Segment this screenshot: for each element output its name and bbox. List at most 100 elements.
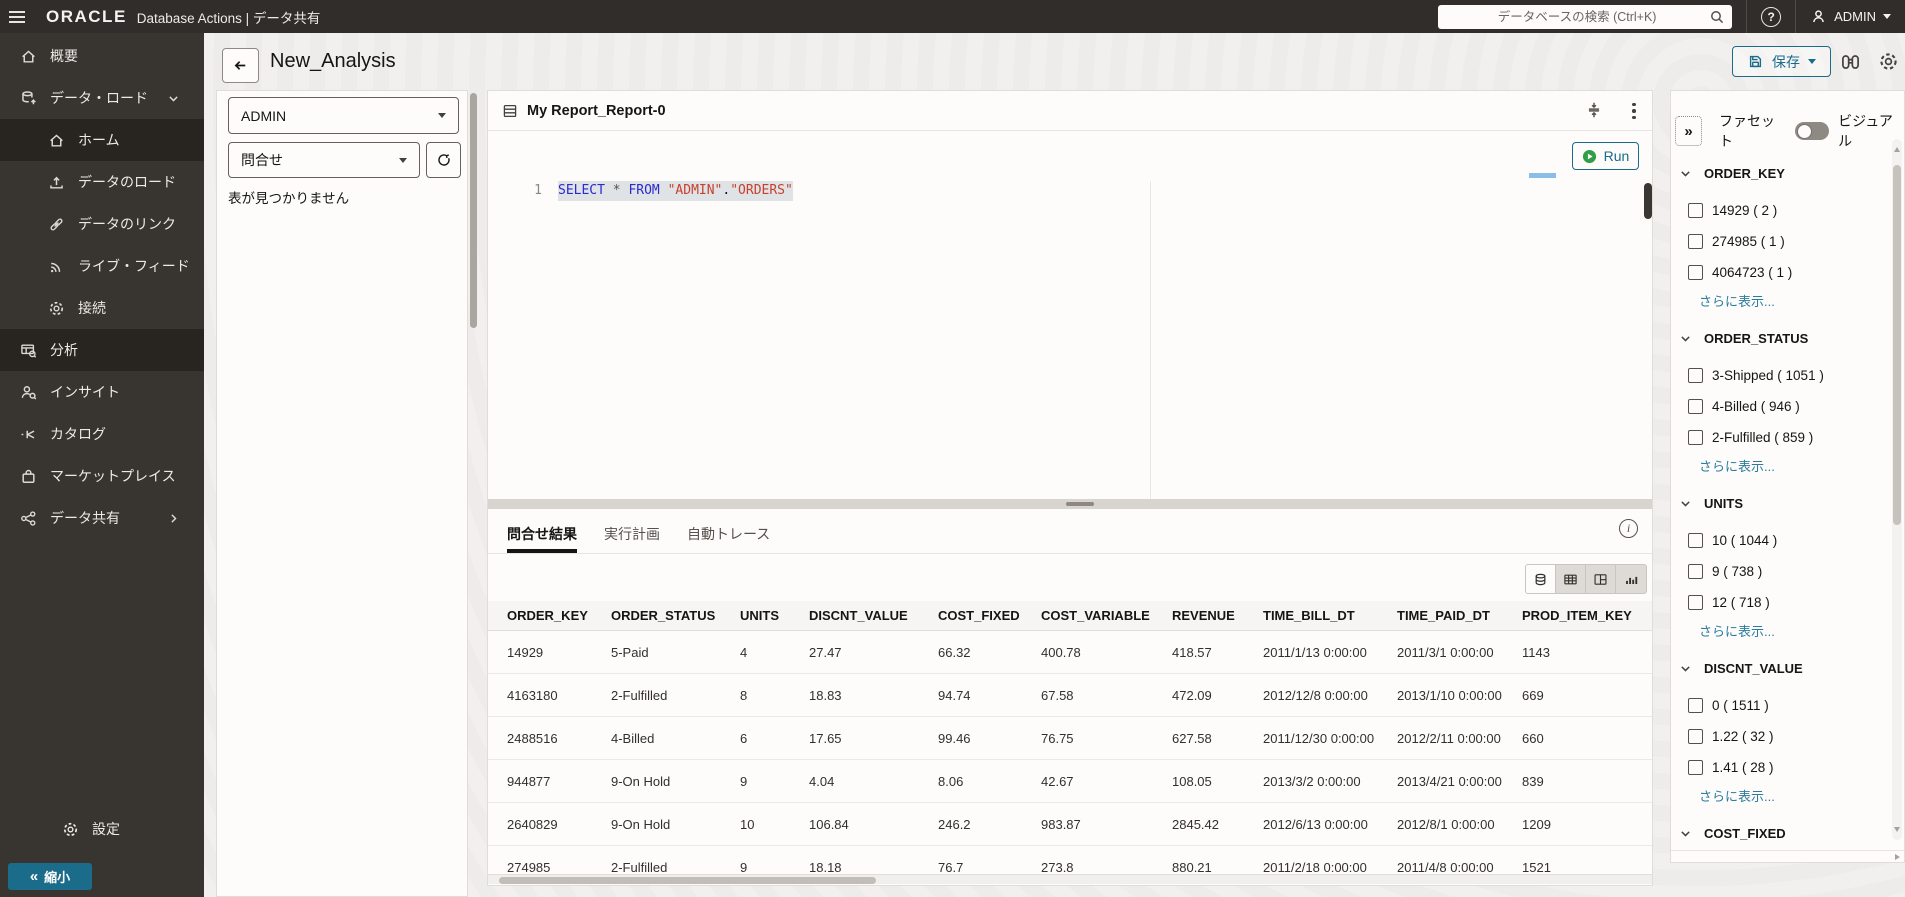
schema-select[interactable]: ADMIN: [228, 97, 459, 134]
refresh-button[interactable]: [426, 142, 461, 178]
checkbox[interactable]: [1688, 698, 1703, 713]
facet-section-header[interactable]: UNITS: [1671, 481, 1889, 525]
run-button[interactable]: Run: [1572, 142, 1639, 170]
tab-autotrace[interactable]: 自動トレース: [687, 515, 770, 553]
tab-explain-plan[interactable]: 実行計画: [604, 515, 660, 553]
facet-value[interactable]: 3-Shipped ( 1051 ): [1671, 360, 1889, 391]
view-split-button[interactable]: [1586, 565, 1616, 593]
sidebar-collapse-button[interactable]: « 縮小: [8, 863, 92, 890]
column-header[interactable]: TIME_PAID_DT: [1397, 608, 1522, 623]
binoculars-find-icon[interactable]: [1840, 51, 1861, 72]
checkbox[interactable]: [1688, 595, 1703, 610]
facet-section-header[interactable]: DISCNT_VALUE: [1671, 646, 1889, 690]
column-header[interactable]: REVENUE: [1172, 608, 1263, 623]
facet-value[interactable]: 12 ( 718 ): [1671, 587, 1889, 618]
sidebar-item-analytics[interactable]: 分析: [0, 329, 204, 371]
search-input[interactable]: [1438, 5, 1732, 29]
show-more-link[interactable]: さらに表示...: [1671, 783, 1889, 807]
table-horizontal-scrollbar[interactable]: [488, 874, 1652, 884]
show-more-link[interactable]: さらに表示...: [1671, 288, 1889, 312]
facet-value[interactable]: 9 ( 738 ): [1671, 556, 1889, 587]
left-panel-scrollbar[interactable]: [470, 93, 477, 328]
sidebar-settings[interactable]: 設定: [62, 819, 204, 839]
facet-value[interactable]: 1.22 ( 32 ): [1671, 721, 1889, 752]
splitter-bar[interactable]: [488, 499, 1652, 509]
facet-value[interactable]: 14929 ( 2 ): [1671, 195, 1889, 226]
column-header[interactable]: ORDER_STATUS: [611, 608, 740, 623]
checkbox[interactable]: [1688, 265, 1703, 280]
facet-collapse-button[interactable]: »: [1675, 116, 1702, 146]
scrollbar-thumb[interactable]: [1893, 165, 1901, 525]
sidebar-item-insights[interactable]: インサイト: [0, 371, 204, 413]
scroll-down-arrow[interactable]: [1894, 827, 1900, 832]
facet-value[interactable]: 2-Fulfilled ( 859 ): [1671, 422, 1889, 453]
scroll-up-arrow[interactable]: [1894, 147, 1900, 152]
view-chart-button[interactable]: [1616, 565, 1646, 593]
show-more-link[interactable]: さらに表示...: [1671, 453, 1889, 477]
checkbox[interactable]: [1688, 533, 1703, 548]
facet-value[interactable]: 0 ( 1511 ): [1671, 690, 1889, 721]
splitter-handle[interactable]: [1066, 502, 1094, 506]
view-data-button[interactable]: [1526, 565, 1556, 593]
table-row[interactable]: 149295-Paid427.4766.32400.78418.572011/1…: [488, 631, 1652, 674]
back-button[interactable]: [222, 48, 259, 83]
hamburger-menu-icon[interactable]: [0, 0, 34, 33]
sidebar-item-live-feed[interactable]: ライブ・フィード: [0, 245, 204, 287]
scroll-right-arrow[interactable]: [1895, 854, 1900, 860]
tab-query-result[interactable]: 問合せ結果: [507, 515, 577, 553]
checkbox[interactable]: [1688, 203, 1703, 218]
sidebar-item-marketplace[interactable]: マーケットプレイス: [0, 455, 204, 497]
info-icon[interactable]: i: [1619, 519, 1638, 538]
checkbox[interactable]: [1688, 368, 1703, 383]
sidebar-item-overview[interactable]: 概要: [0, 35, 204, 77]
column-header[interactable]: ORDER_KEY: [507, 608, 611, 623]
column-header[interactable]: DISCNT_VALUE: [809, 608, 938, 623]
facet-value[interactable]: 10 ( 1044 ): [1671, 525, 1889, 556]
sidebar-item-connections[interactable]: 接続: [0, 287, 204, 329]
search-icon[interactable]: [1709, 9, 1725, 25]
table-row[interactable]: 41631802-Fulfilled818.8394.7467.58472.09…: [488, 674, 1652, 717]
sidebar-item-data-load-group[interactable]: データ・ロード: [0, 77, 204, 119]
view-table-button[interactable]: [1556, 565, 1586, 593]
user-menu[interactable]: ADMIN: [1810, 8, 1891, 25]
facet-section-header[interactable]: ORDER_STATUS: [1671, 316, 1889, 360]
kebab-menu-icon[interactable]: [1624, 100, 1644, 122]
database-search[interactable]: [1438, 5, 1732, 29]
checkbox[interactable]: [1688, 760, 1703, 775]
checkbox[interactable]: [1688, 430, 1703, 445]
save-button[interactable]: 保存: [1732, 46, 1831, 77]
column-header[interactable]: PROD_ITEM_KEY: [1522, 608, 1652, 623]
checkbox[interactable]: [1688, 729, 1703, 744]
sidebar-item-link-data[interactable]: データのリンク: [0, 203, 204, 245]
checkbox[interactable]: [1688, 564, 1703, 579]
scrollbar-thumb[interactable]: [499, 877, 876, 884]
table-row[interactable]: 26408299-On Hold10106.84246.2983.872845.…: [488, 803, 1652, 846]
checkbox[interactable]: [1688, 234, 1703, 249]
gear-icon[interactable]: [1878, 51, 1899, 72]
sidebar-item-load-data[interactable]: データのロード: [0, 161, 204, 203]
facet-section-header[interactable]: ORDER_KEY: [1671, 151, 1889, 195]
sidebar-item-data-share[interactable]: データ共有: [0, 497, 204, 539]
facet-value[interactable]: 4064723 ( 1 ): [1671, 257, 1889, 288]
help-icon[interactable]: ?: [1761, 7, 1781, 27]
sidebar-item-home[interactable]: ホーム: [0, 119, 204, 161]
facet-value[interactable]: 274985 ( 1 ): [1671, 226, 1889, 257]
editor-scrollbar[interactable]: [1644, 183, 1652, 219]
column-header[interactable]: UNITS: [740, 608, 809, 623]
sidebar-item-catalog[interactable]: カタログ: [0, 413, 204, 455]
collapse-panel-icon[interactable]: [1585, 101, 1603, 119]
table-row[interactable]: 24885164-Billed617.6599.4676.75627.58201…: [488, 717, 1652, 760]
table-row[interactable]: 9448779-On Hold94.048.0642.67108.052013/…: [488, 760, 1652, 803]
column-header[interactable]: COST_VARIABLE: [1041, 608, 1172, 623]
column-header[interactable]: COST_FIXED: [938, 608, 1041, 623]
show-more-link[interactable]: さらに表示...: [1671, 618, 1889, 642]
facet-visual-toggle[interactable]: [1795, 122, 1829, 140]
object-type-select[interactable]: 問合せ: [228, 142, 420, 178]
checkbox[interactable]: [1688, 399, 1703, 414]
facet-value[interactable]: 4-Billed ( 946 ): [1671, 391, 1889, 422]
facet-value[interactable]: 1.41 ( 28 ): [1671, 752, 1889, 783]
facet-section-header[interactable]: COST_FIXED: [1671, 811, 1889, 852]
facet-horizontal-scrollbar[interactable]: [1671, 850, 1904, 862]
sql-editor[interactable]: 1 SELECT * FROM "ADMIN"."ORDERS": [488, 181, 1652, 499]
column-header[interactable]: TIME_BILL_DT: [1263, 608, 1397, 623]
